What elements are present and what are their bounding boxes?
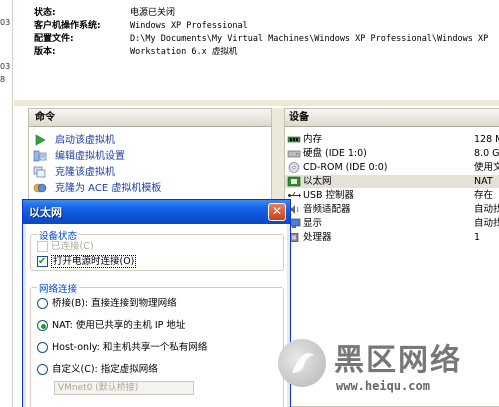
summary-label: 客户机操作系统: [34,21,101,31]
device-name: 音频适配器 [303,204,351,215]
radio-nat[interactable]: NAT: 使用已共享的主机 IP 地址 [37,319,185,333]
gutter-text: 03 [0,62,11,71]
watermark: 黑区网络 www.heiqu.com [272,333,499,407]
radio-custom[interactable]: 自定义(C): 指定虚拟网络 [37,363,158,377]
device-name: 内存 [303,134,323,145]
settings-icon [33,150,47,162]
summary-value: 电源已关闭 [130,8,176,18]
device-summary: 1 [474,232,481,243]
device-name: 硬盘 (IDE 1:0) [303,148,367,159]
device-status-group: 设备状态 已连接(C) 打开电源时连接(O) [30,228,284,271]
memory-icon [287,134,301,145]
device-row-memory[interactable]: 内存 128 M [285,133,499,146]
dialog-titlebar[interactable]: 以太网 ✕ [23,200,290,224]
command-clone-ace-template[interactable]: 克隆为 ACE 虚拟机模板 [33,181,161,196]
device-name: 以太网 [303,176,332,187]
gutter-text: 8 [0,75,6,84]
radio-label: 自定义(C): 指定虚拟网络 [52,364,158,375]
connected-checkbox-row: 已连接(C) [37,240,94,253]
watermark-logo-icon [278,339,326,387]
command-start-vm[interactable]: 启动该虚拟机 [33,133,115,148]
command-edit-settings[interactable]: 编辑虚拟机设置 [33,149,125,164]
device-name: 显示 [303,218,323,229]
summary-value: D:\My Documents\My Virtual Machines\Wind… [130,34,489,44]
harddisk-icon [287,148,301,159]
dialog-body: 设备状态 已连接(C) 打开电源时连接(O) 网络连接 桥接(B): 直接连接到… [26,224,287,407]
devices-header: 设备 [285,109,499,127]
radio-button[interactable] [37,320,48,331]
vm-summary: 状态: 电源已关闭 客户机操作系统: Windows XP Profession… [14,0,499,100]
section-divider [14,100,499,106]
summary-label: 版本: [34,47,56,57]
device-row-cdrom[interactable]: CD-ROM (IDE 0:0) 使用文 [285,161,499,174]
radio-label: 桥接(B): 直接连接到物理网络 [52,298,177,309]
device-row-audio[interactable]: 音频适配器 自动找 [285,203,499,216]
device-summary: 存在 [474,190,494,201]
radio-button[interactable] [37,342,48,353]
device-summary: 自动找 [474,204,499,215]
command-label: 启动该虚拟机 [55,135,115,146]
network-connection-legend: 网络连接 [37,281,80,295]
close-button[interactable]: ✕ [268,203,286,221]
summary-label: 配置文件: [34,34,74,44]
commands-header: 命令 [29,109,271,127]
radio-button[interactable] [37,298,48,309]
radio-host-only[interactable]: Host-only: 和主机共享一个私有网络 [37,341,207,355]
device-row-ethernet[interactable]: 以太网 NAT [285,175,499,188]
command-label: 编辑虚拟机设置 [55,151,125,162]
watermark-text: 黑区网络 [334,343,462,378]
summary-value: Windows XP Professional [130,21,248,31]
device-row-harddisk[interactable]: 硬盘 (IDE 1:0) 8.0 G [285,147,499,160]
connect-at-power-on-row[interactable]: 打开电源时连接(O) [37,255,137,268]
watermark-url: www.heiqu.com [336,379,430,393]
command-clone-vm[interactable]: 克隆该虚拟机 [33,165,115,180]
ethernet-dialog: 以太网 ✕ 设备状态 已连接(C) 打开电源时连接(O) 网络连接 桥接(B):… [22,199,291,407]
command-label: 克隆为 ACE 虚拟机模板 [55,183,162,194]
radio-label: NAT: 使用已共享的主机 IP 地址 [52,320,186,331]
ethernet-icon [287,176,301,187]
custom-network-select[interactable]: VMnet0 (默认桥接) [54,381,194,395]
connected-label: 已连接(C) [51,241,94,252]
device-name: 处理器 [303,232,332,243]
device-name: USB 控制器 [303,190,355,201]
device-summary: 自动找 [474,218,499,229]
connect-at-power-on-label: 打开电源时连接(O) [51,255,137,268]
clone-icon [33,166,47,178]
device-summary: 128 M [474,134,499,145]
radio-button[interactable] [37,364,48,375]
device-summary: 8.0 G [474,148,499,159]
summary-value: Workstation 6.x 虚拟机 [130,47,238,57]
radio-bridged[interactable]: 桥接(B): 直接连接到物理网络 [37,297,177,311]
device-row-processor[interactable]: 处理器 1 [285,231,499,244]
connect-at-power-on-checkbox[interactable] [37,255,48,268]
cdrom-icon [287,162,301,173]
left-gutter: 03 03 8 [0,0,13,407]
close-icon: ✕ [271,204,283,218]
device-row-display[interactable]: 显示 自动找 [285,217,499,230]
device-summary: NAT [474,176,493,187]
play-icon [33,134,47,146]
device-row-usb[interactable]: USB 控制器 存在 [285,189,499,202]
gutter-text: 03 [0,18,11,27]
summary-label: 状态: [34,8,56,18]
command-label: 克隆该虚拟机 [55,167,115,178]
connected-checkbox [37,241,48,252]
radio-label: Host-only: 和主机共享一个私有网络 [52,342,208,353]
dialog-title: 以太网 [29,206,62,219]
device-name: CD-ROM (IDE 0:0) [303,162,388,173]
device-summary: 使用文 [474,162,499,173]
ace-template-icon [33,182,47,194]
